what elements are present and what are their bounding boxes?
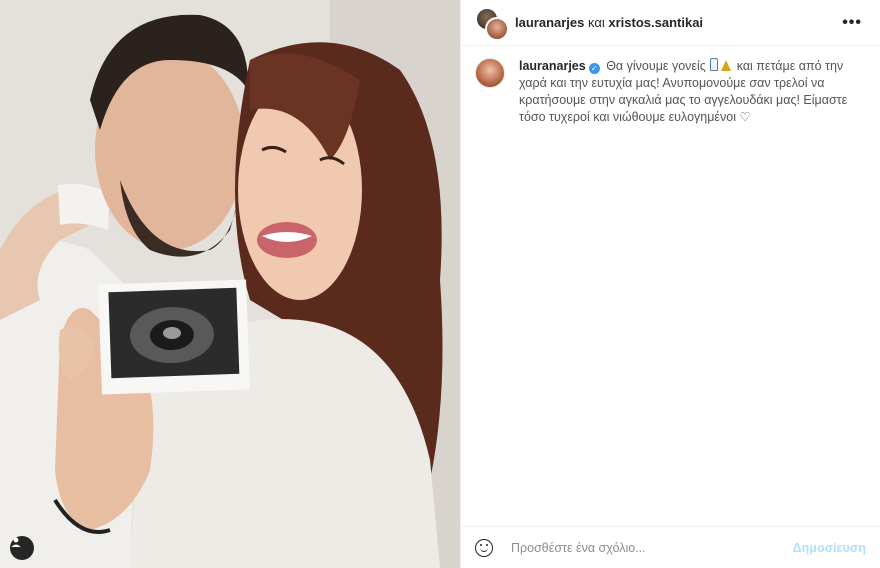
avatar <box>485 16 509 41</box>
post-side-panel: lauranarjes και xristos.santikai ••• lau… <box>460 0 880 568</box>
header-conjunction: και <box>588 15 605 30</box>
user-tag-icon[interactable] <box>10 536 34 560</box>
person-glyph <box>11 537 21 547</box>
post-photo[interactable] <box>0 0 460 568</box>
heart-emoji-icon: ♡ <box>739 110 751 124</box>
comment-input[interactable] <box>509 539 793 556</box>
caption-text-part1: Θα γίνουμε γονείς <box>606 59 706 73</box>
header-usernames: lauranarjes και xristos.santikai <box>515 15 838 30</box>
caption-username[interactable]: lauranarjes <box>519 59 586 73</box>
party-popper-emoji-icon <box>721 60 732 71</box>
avatar[interactable] <box>475 58 505 88</box>
caption-text: lauranarjes ✓ Θα γίνουμε γονείς και πετάμ… <box>519 58 866 126</box>
collab-avatars[interactable] <box>475 6 509 41</box>
more-horizontal-icon[interactable]: ••• <box>838 14 866 32</box>
baby-bottle-emoji-icon <box>710 58 719 71</box>
header-collaborator[interactable]: xristos.santikai <box>608 15 703 30</box>
caption: lauranarjes ✓ Θα γίνουμε γονείς και πετάμ… <box>475 58 866 126</box>
comments-section: lauranarjes ✓ Θα γίνουμε γονείς και πετάμ… <box>461 46 880 526</box>
comment-bar: Δημοσίευση <box>461 526 880 568</box>
header-username[interactable]: lauranarjes <box>515 15 584 30</box>
emoji-smile-icon[interactable] <box>475 538 493 557</box>
post-header: lauranarjes και xristos.santikai ••• <box>461 0 880 46</box>
photo-illustration <box>0 0 460 568</box>
post-comment-button[interactable]: Δημοσίευση <box>793 541 866 555</box>
verified-badge-icon: ✓ <box>588 63 600 74</box>
instagram-post: lauranarjes και xristos.santikai ••• lau… <box>0 0 880 568</box>
